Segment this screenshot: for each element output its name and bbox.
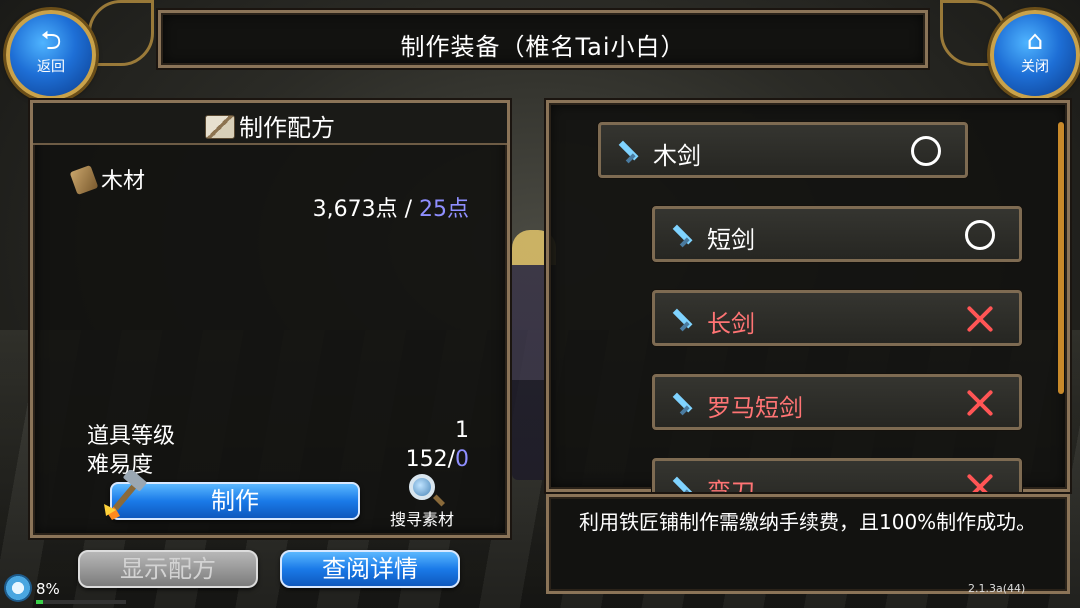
available-circle-icon xyxy=(911,136,941,166)
item-name: 木剑 xyxy=(653,142,701,170)
list-item-long-sword[interactable]: 长剑 xyxy=(652,290,1022,346)
item-list-scrollbar[interactable] xyxy=(1058,122,1064,394)
item-name: 长剑 xyxy=(707,310,755,338)
difficulty-value: 152/0 xyxy=(406,447,469,472)
magnifier-icon xyxy=(409,474,435,500)
sword-icon xyxy=(672,476,693,492)
description-box: 利用铁匠铺制作需缴纳手续费，且100%制作成功。 xyxy=(546,494,1070,594)
sword-icon xyxy=(672,224,693,248)
recipe-panel-header: 制作配方 xyxy=(33,103,507,145)
material-name: 木材 xyxy=(101,169,146,194)
item-name: 罗马短剑 xyxy=(707,394,803,422)
title-bar: 制作装备（椎名Tai小白） xyxy=(158,10,928,68)
item-level-value: 1 xyxy=(455,418,469,443)
list-item-short-sword[interactable]: 短剑 xyxy=(652,206,1022,262)
list-clip: 弯刀 xyxy=(546,458,1070,492)
status-orb-icon xyxy=(4,574,32,602)
sword-icon xyxy=(618,140,639,164)
sword-icon xyxy=(672,308,693,332)
material-row: 木材 xyxy=(69,163,146,196)
unavailable-x-icon xyxy=(965,472,995,492)
recipe-header-text: 制作配方 xyxy=(239,114,335,142)
back-button[interactable]: ⮌ 返回 xyxy=(6,10,96,100)
list-item-scimitar[interactable]: 弯刀 xyxy=(652,458,1022,492)
unavailable-x-icon xyxy=(965,388,995,418)
search-materials-label: 搜寻素材 xyxy=(389,510,454,529)
book-icon xyxy=(205,115,235,139)
search-materials-button[interactable]: 搜寻素材 xyxy=(384,474,460,530)
sword-icon xyxy=(672,392,693,416)
item-name: 短剑 xyxy=(707,226,755,254)
close-label: 关闭 xyxy=(1021,59,1049,75)
house-icon: ⌂ xyxy=(1026,26,1044,56)
points-separator: / xyxy=(397,197,419,222)
item-name: 弯刀 xyxy=(707,478,755,492)
difficulty-base: 152/ xyxy=(405,447,455,472)
left-ornament xyxy=(88,0,154,66)
close-button[interactable]: ⌂ 关闭 xyxy=(990,10,1080,100)
view-details-button[interactable]: 查阅详情 xyxy=(280,550,460,588)
progress-bar xyxy=(36,600,126,604)
hammer-icon xyxy=(104,470,147,520)
window-title: 制作装备（椎名Tai小白） xyxy=(400,33,686,61)
points-owned: 3,673点 xyxy=(312,197,398,222)
points-cost: 25点 xyxy=(419,197,469,222)
available-circle-icon xyxy=(965,220,995,250)
progress-fill xyxy=(36,600,44,604)
difficulty-bonus: 0 xyxy=(455,447,469,472)
list-item-roman-short-sword[interactable]: 罗马短剑 xyxy=(652,374,1022,430)
progress-percent: 8% xyxy=(36,580,60,598)
wood-log-icon xyxy=(69,164,99,196)
back-label: 返回 xyxy=(37,59,65,75)
material-points: 3,673点 / 25点 xyxy=(313,191,469,223)
list-item-wood-sword[interactable]: 木剑 xyxy=(598,122,968,178)
item-level-label: 道具等级 xyxy=(87,424,176,449)
version-label: 2.1.3a(44) xyxy=(968,582,1026,595)
unavailable-x-icon xyxy=(965,304,995,334)
show-recipe-button[interactable]: 显示配方 xyxy=(78,550,258,588)
return-arrow-icon: ⮌ xyxy=(40,26,62,56)
description-text: 利用铁匠铺制作需缴纳手续费，且100%制作成功。 xyxy=(579,510,1037,534)
